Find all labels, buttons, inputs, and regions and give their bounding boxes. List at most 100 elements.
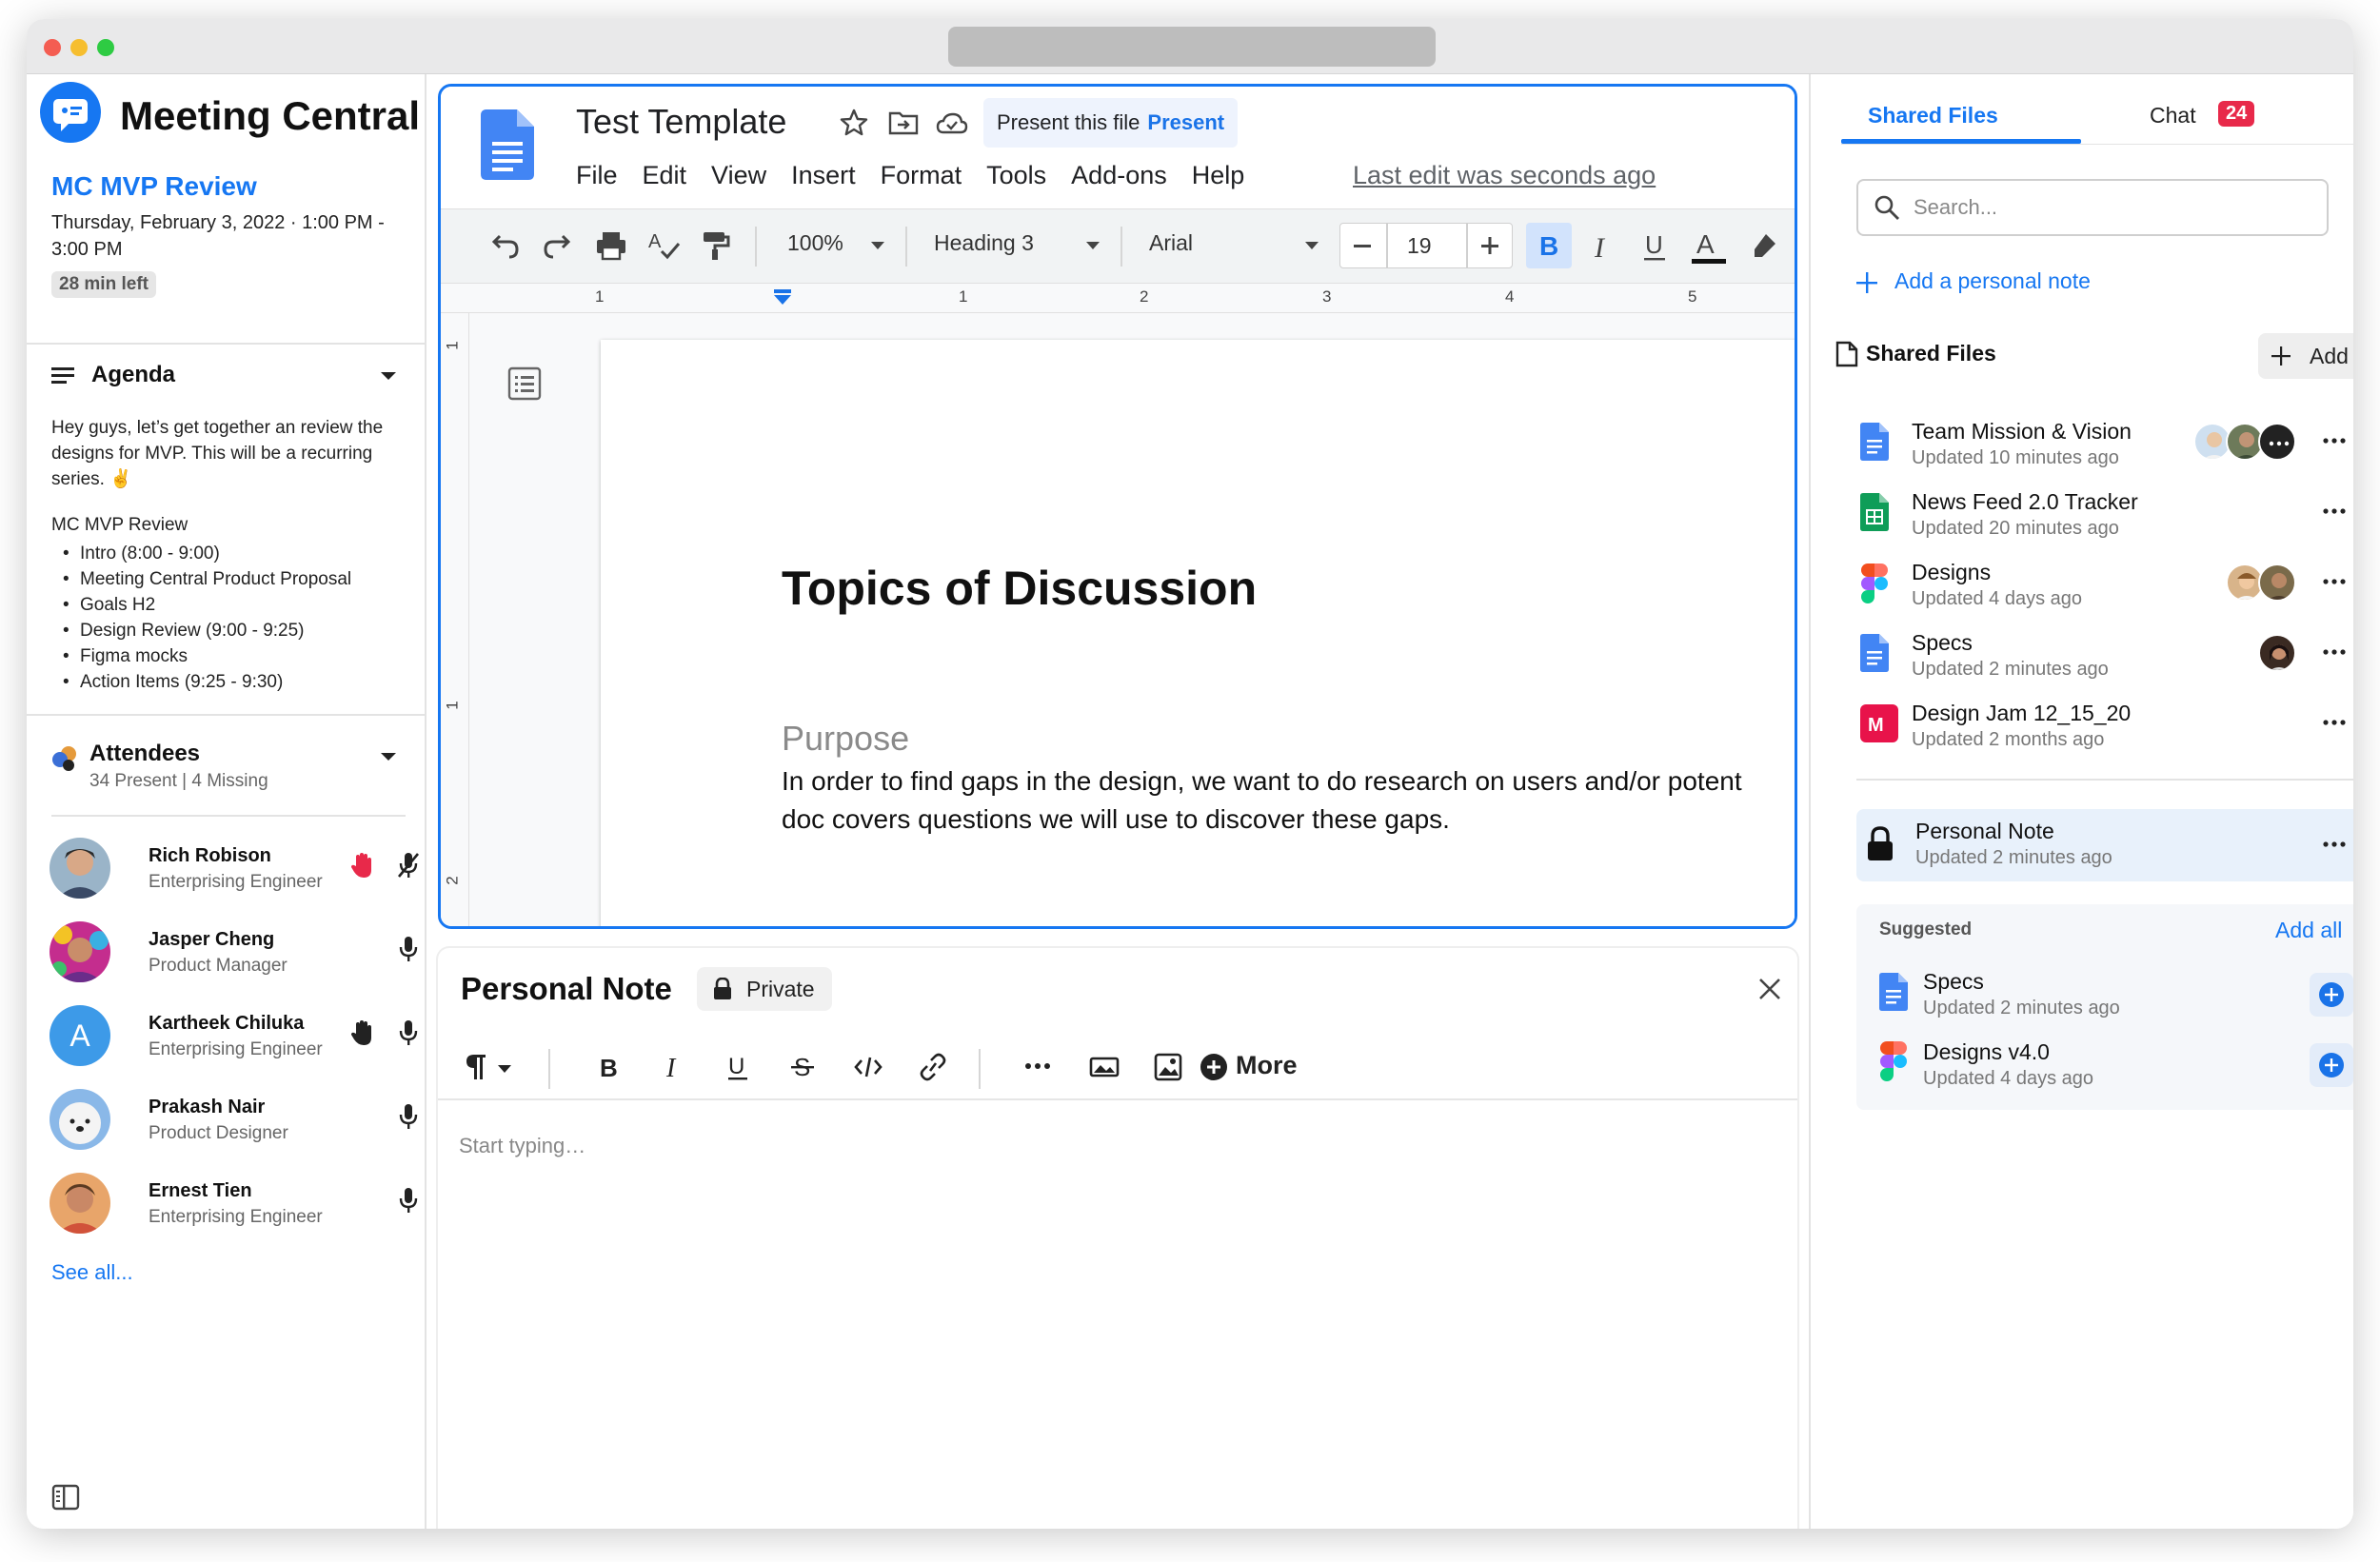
- menu-help[interactable]: Help: [1192, 161, 1245, 189]
- document-outline-icon[interactable]: [507, 366, 542, 401]
- more-button[interactable]: More: [1236, 1051, 1298, 1080]
- more-options-icon[interactable]: [2323, 649, 2346, 655]
- menu-format[interactable]: Format: [881, 161, 962, 189]
- suggested-file-row[interactable]: Specs Updated 2 minutes ago: [1875, 963, 2353, 1032]
- paragraph-icon[interactable]: [465, 1053, 487, 1081]
- personal-note-file-row[interactable]: Personal Note Updated 2 minutes ago: [1856, 809, 2353, 881]
- underline-icon[interactable]: U: [725, 1053, 750, 1081]
- menu-insert[interactable]: Insert: [791, 161, 856, 189]
- redo-icon[interactable]: [542, 230, 574, 259]
- chevron-down-icon[interactable]: [1303, 240, 1320, 251]
- menu-tools[interactable]: Tools: [986, 161, 1046, 189]
- doc-body-line[interactable]: In order to find gaps in the design, we …: [782, 762, 1795, 801]
- add-suggested-file-button[interactable]: [2310, 973, 2353, 1017]
- shared-file-row[interactable]: Team Mission & Vision Updated 10 minutes…: [1856, 413, 2353, 482]
- chevron-down-icon[interactable]: [497, 1064, 512, 1074]
- svg-text:M: M: [1868, 715, 1884, 736]
- attendee-row[interactable]: Ernest Tien Enterprising Engineer: [50, 1173, 418, 1239]
- add-suggested-file-button[interactable]: [2310, 1043, 2353, 1087]
- attendee-row[interactable]: Prakash Nair Product Designer: [50, 1089, 418, 1156]
- tab-chat[interactable]: Chat: [2150, 103, 2196, 129]
- see-all-attendees-link[interactable]: See all...: [51, 1260, 133, 1285]
- present-link[interactable]: Present: [1147, 110, 1224, 134]
- more-options-icon[interactable]: [2323, 841, 2346, 847]
- link-icon[interactable]: [918, 1053, 948, 1081]
- close-window-button[interactable]: [44, 39, 61, 56]
- chevron-down-icon[interactable]: [1084, 240, 1101, 251]
- doc-body-line[interactable]: doc covers questions we will use to disc…: [782, 801, 1795, 839]
- insert-image-icon[interactable]: [1154, 1053, 1182, 1081]
- sidebar-toggle-icon[interactable]: [51, 1483, 80, 1512]
- more-options-icon[interactable]: [2323, 579, 2346, 584]
- minimize-window-button[interactable]: [70, 39, 88, 56]
- plus-icon[interactable]: [1856, 272, 1877, 293]
- mic-icon[interactable]: [396, 1102, 421, 1131]
- bold-icon[interactable]: B: [598, 1053, 621, 1081]
- mic-icon[interactable]: [396, 1018, 421, 1047]
- bold-button[interactable]: B: [1526, 223, 1572, 268]
- note-editor-placeholder[interactable]: Start typing…: [459, 1134, 585, 1158]
- agenda-collapse-chevron-icon[interactable]: [379, 369, 398, 383]
- decrease-font-size-icon[interactable]: [1352, 235, 1373, 256]
- search-icon: [1874, 194, 1900, 221]
- add-personal-note-link[interactable]: Add a personal note: [1894, 268, 2091, 294]
- doc-page[interactable]: Topics of Discussion Purpose In order to…: [601, 340, 1795, 926]
- paint-format-icon[interactable]: [700, 230, 730, 261]
- spellcheck-icon[interactable]: A: [648, 230, 683, 261]
- mic-muted-icon[interactable]: [396, 851, 421, 880]
- font-family-select[interactable]: Arial: [1149, 230, 1193, 256]
- doc-heading[interactable]: Topics of Discussion: [782, 561, 1257, 616]
- print-icon[interactable]: [595, 230, 627, 261]
- attendee-row[interactable]: A Kartheek Chiluka Enterprising Engineer: [50, 1005, 418, 1072]
- zoom-select[interactable]: 100%: [787, 230, 843, 256]
- more-options-icon[interactable]: [2323, 438, 2346, 444]
- move-to-folder-icon[interactable]: [888, 109, 919, 136]
- menu-view[interactable]: View: [711, 161, 766, 189]
- italic-icon[interactable]: I: [663, 1053, 685, 1081]
- insert-gallery-icon[interactable]: [1089, 1053, 1120, 1081]
- attendee-row[interactable]: Rich Robison Enterprising Engineer: [50, 838, 419, 904]
- more-options-icon[interactable]: [1024, 1062, 1051, 1070]
- menu-edit[interactable]: Edit: [643, 161, 687, 189]
- italic-icon[interactable]: I: [1589, 230, 1619, 263]
- font-size-input[interactable]: 19: [1407, 233, 1432, 259]
- search-input[interactable]: [1914, 190, 2313, 225]
- more-options-icon[interactable]: [2323, 720, 2346, 725]
- shared-file-row[interactable]: M Design Jam 12_15_20 Updated 2 months a…: [1856, 695, 2353, 763]
- doc-title[interactable]: Test Template: [576, 102, 786, 142]
- shared-file-row[interactable]: Specs Updated 2 minutes ago: [1856, 624, 2353, 693]
- underline-icon[interactable]: U: [1640, 230, 1671, 263]
- more-options-icon[interactable]: [2323, 508, 2346, 514]
- menu-add-ons[interactable]: Add-ons: [1071, 161, 1167, 189]
- text-color-icon[interactable]: A: [1690, 230, 1728, 267]
- mic-icon[interactable]: [396, 1186, 421, 1215]
- doc-subheading[interactable]: Purpose: [782, 719, 909, 759]
- undo-icon[interactable]: [488, 230, 521, 259]
- close-icon[interactable]: [1757, 977, 1782, 1001]
- attendee-role: Product Manager: [149, 956, 288, 976]
- last-edit-link[interactable]: Last edit was seconds ago: [1353, 161, 1656, 190]
- tab-shared-files[interactable]: Shared Files: [1868, 103, 1998, 129]
- paragraph-style-select[interactable]: Heading 3: [934, 230, 1034, 256]
- suggested-file-row[interactable]: Designs v4.0 Updated 4 days ago: [1875, 1034, 2353, 1102]
- highlight-pen-icon[interactable]: [1749, 230, 1779, 261]
- add-file-button[interactable]: Add: [2258, 333, 2353, 379]
- shared-file-row[interactable]: Designs Updated 4 days ago: [1856, 554, 2353, 623]
- meeting-title[interactable]: MC MVP Review: [51, 171, 257, 202]
- attendee-row[interactable]: Jasper Cheng Product Manager: [50, 921, 418, 988]
- add-circle-icon[interactable]: [1200, 1053, 1228, 1081]
- menu-file[interactable]: File: [576, 161, 618, 189]
- chevron-down-icon[interactable]: [869, 240, 886, 251]
- indent-marker-icon[interactable]: [772, 289, 793, 306]
- divider: [27, 343, 426, 345]
- maximize-window-button[interactable]: [97, 39, 114, 56]
- code-icon[interactable]: [853, 1053, 883, 1081]
- increase-font-size-icon[interactable]: [1479, 235, 1500, 256]
- add-all-button[interactable]: Add all: [2275, 918, 2342, 943]
- strikethrough-icon[interactable]: S: [790, 1053, 815, 1081]
- attendees-collapse-chevron-icon[interactable]: [379, 750, 398, 763]
- star-icon[interactable]: [839, 108, 869, 138]
- shared-file-row[interactable]: News Feed 2.0 Tracker Updated 20 minutes…: [1856, 484, 2353, 552]
- mic-icon[interactable]: [396, 935, 421, 963]
- address-bar[interactable]: [948, 27, 1436, 67]
